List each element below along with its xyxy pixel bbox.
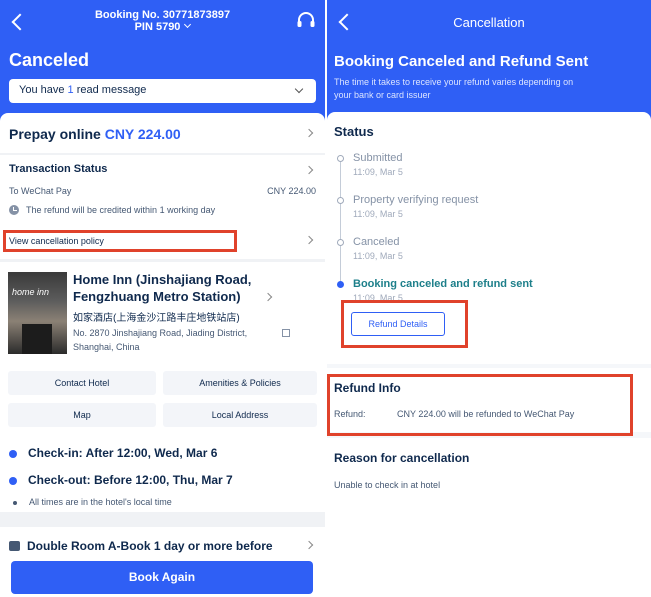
hotel-photo-entrance (22, 324, 52, 354)
status-title: Status (334, 124, 374, 139)
refund-timing-line2: your bank or card issuer (334, 90, 431, 100)
pin-text: PIN 5790 (134, 21, 181, 33)
copy-icon[interactable] (282, 329, 290, 337)
status-step-time: 11:09, Mar 5 (353, 251, 403, 261)
refund-timing-line1: The time it takes to receive your refund… (334, 77, 574, 87)
hotel-photo[interactable]: home inn (8, 272, 67, 354)
checkin-time: Check-in: After 12:00, Wed, Mar 6 (28, 446, 218, 460)
status-step-label: Canceled (353, 236, 400, 248)
status-step-label-active: Booking canceled and refund sent (353, 278, 533, 290)
highlight-box (341, 300, 468, 348)
amenities-policies-button[interactable]: Amenities & Policies (163, 371, 317, 395)
refund-info-card: Refund Info Refund: CNY 224.00 will be r… (327, 368, 651, 436)
cancellation-header: Cancellation Booking Canceled and Refund… (327, 0, 651, 120)
book-again-button[interactable]: Book Again (11, 561, 313, 594)
reason-text: Unable to check in at hotel (334, 480, 441, 490)
hotel-name-line1[interactable]: Home Inn (Jinshajiang Road, (73, 272, 251, 287)
chevron-down-icon (184, 20, 192, 29)
status-card: Status Submitted 11:09, Mar 5 Property v… (327, 112, 651, 364)
chevron-right-icon (304, 540, 314, 550)
message-suffix: read message (73, 84, 147, 96)
checkout-bullet (9, 477, 17, 485)
step-dot (337, 239, 344, 246)
status-timeline (340, 162, 341, 284)
booking-pin[interactable]: PIN 5790 (60, 20, 265, 34)
step-dot (337, 155, 344, 162)
back-arrow-icon[interactable] (11, 13, 29, 31)
cancellation-headline: Booking Canceled and Refund Sent (334, 53, 589, 70)
checkin-bullet (9, 450, 17, 458)
page-title: Cancellation (453, 15, 525, 30)
active-step-dot (337, 281, 344, 288)
booking-detail-screen: Booking No. 30771873897 PIN 5790 Cancele… (0, 0, 325, 597)
map-button[interactable]: Map (8, 403, 156, 427)
booking-status-title: Canceled (9, 50, 90, 70)
chevron-right-icon[interactable] (304, 165, 314, 175)
checkout-time: Check-out: Before 12:00, Thu, Mar 7 (28, 473, 233, 487)
refund-amount: CNY 224.00 (267, 186, 316, 196)
status-step-label: Submitted (353, 152, 403, 164)
hotel-photo-sign: home inn (12, 287, 50, 297)
hotel-address-line2: Shanghai, China (73, 342, 140, 352)
hotel-address-line1: No. 2870 Jinshajiang Road, Jiading Distr… (73, 328, 248, 338)
contact-hotel-button[interactable]: Contact Hotel (8, 371, 156, 395)
reason-card: Reason for cancellation Unable to check … (327, 438, 651, 597)
note-bullet (13, 501, 17, 505)
chevron-right-icon (304, 128, 314, 138)
status-step-time: 11:09, Mar 5 (353, 209, 403, 219)
footer-bar: Book Again (0, 553, 325, 597)
message-prefix: You have (19, 84, 68, 96)
prepay-row[interactable]: Prepay online CNY 224.00 (0, 113, 325, 153)
hotel-name-line2[interactable]: Fengzhuang Metro Station) (73, 289, 241, 304)
headset-icon[interactable] (296, 12, 316, 30)
room-icon (9, 541, 20, 551)
room-name: Double Room A-Book 1 day or more before (27, 539, 273, 553)
chevron-down-icon (294, 84, 304, 94)
status-step-label: Property verifying request (353, 194, 479, 206)
hotel-card: home inn Home Inn (Jinshajiang Road, Fen… (0, 262, 325, 512)
highlight-box (327, 374, 633, 436)
prepay-label: Prepay online CNY 224.00 (9, 126, 181, 142)
refund-timing-note: The refund will be credited within 1 wor… (26, 205, 216, 215)
step-dot (337, 197, 344, 204)
local-time-note: All times are in the hotel's local time (29, 497, 172, 507)
prepay-label-text: Prepay online (9, 126, 101, 142)
clock-icon (9, 205, 19, 215)
refund-destination: To WeChat Pay (9, 186, 72, 196)
cancellation-screen: Cancellation Booking Canceled and Refund… (327, 0, 651, 597)
reason-title: Reason for cancellation (334, 451, 470, 465)
chevron-right-icon[interactable] (263, 292, 273, 302)
transaction-status-card: Transaction Status To WeChat Pay CNY 224… (0, 155, 325, 259)
chevron-right-icon[interactable] (304, 235, 314, 245)
highlight-box (3, 230, 237, 252)
prepay-amount: CNY 224.00 (104, 126, 181, 142)
status-step-time: 11:09, Mar 5 (353, 167, 403, 177)
message-dropdown[interactable]: You have 1 read message (9, 79, 316, 103)
local-address-button[interactable]: Local Address (163, 403, 317, 427)
transaction-title[interactable]: Transaction Status (9, 163, 107, 175)
hotel-name-chinese: 如家酒店(上海金沙江路丰庄地铁站店) (73, 313, 240, 324)
